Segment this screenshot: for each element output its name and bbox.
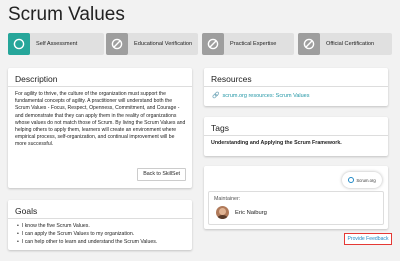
divider — [204, 135, 388, 136]
maintainer-name: Eric Naiburg — [235, 209, 267, 216]
avatar — [216, 206, 229, 219]
scrum-org-logo: Scrum.org — [342, 172, 382, 188]
scrum-org-logo-mark — [348, 177, 355, 183]
badge-practical-expertise[interactable]: Practical Expertise — [202, 33, 294, 55]
resource-link-label: scrum.org resources: Scrum Values — [222, 92, 310, 99]
tags-card: Tags Understanding and Applying the Scru… — [204, 117, 388, 156]
maintainer-box: Maintainer: Eric Naiburg — [208, 191, 384, 225]
tags-heading: Tags — [211, 123, 229, 133]
link-icon: 🔗 — [212, 93, 220, 99]
back-to-skillset-button[interactable]: Back to SkillSet — [137, 168, 186, 181]
badge-label: Educational Verification — [134, 41, 193, 47]
badge-label: Self Assessment — [36, 41, 78, 47]
logo-text: Scrum.org — [356, 177, 376, 183]
badge-self-assessment[interactable]: Self Assessment — [8, 33, 104, 55]
description-heading: Description — [15, 74, 58, 84]
badge-educational-verification[interactable]: Educational Verification — [106, 33, 198, 55]
badge-official-certification[interactable]: Official Certification — [298, 33, 392, 55]
slash-icon — [202, 33, 224, 55]
maintainer-label: Maintainer: — [214, 196, 241, 202]
resources-card: Resources 🔗 scrum.org resources: Scrum V… — [204, 68, 388, 106]
divider — [204, 86, 388, 87]
provide-feedback-button[interactable]: Provide Feedback — [344, 233, 392, 245]
slash-icon — [298, 33, 320, 55]
maintainer-person[interactable]: Eric Naiburg — [216, 206, 267, 219]
divider — [8, 218, 192, 219]
goal-item: I can help other to learn and understand… — [17, 238, 157, 246]
badge-label: Official Certification — [326, 41, 375, 47]
description-text: For agility to thrive, the culture of th… — [15, 91, 186, 148]
divider — [8, 86, 192, 87]
description-card: Description For agility to thrive, the c… — [8, 68, 192, 188]
badge-label: Practical Expertise — [230, 41, 277, 47]
goal-item: I can apply the Scrum Values to my organ… — [17, 230, 157, 238]
skill-badges: Self Assessment Educational Verification… — [8, 33, 392, 55]
maintainer-card: Scrum.org Maintainer: Eric Naiburg — [204, 166, 388, 229]
check-icon — [8, 33, 30, 55]
goals-list: I know the five Scrum Values. I can appl… — [17, 222, 157, 246]
resource-link[interactable]: 🔗 scrum.org resources: Scrum Values — [212, 92, 310, 100]
goal-item: I know the five Scrum Values. — [17, 222, 157, 230]
slash-icon — [106, 33, 128, 55]
goals-heading: Goals — [15, 206, 38, 216]
goals-card: Goals I know the five Scrum Values. I ca… — [8, 200, 192, 250]
page-title: Scrum Values — [8, 4, 125, 25]
tag-item[interactable]: Understanding and Applying the Scrum Fra… — [211, 140, 342, 146]
resources-heading: Resources — [211, 74, 252, 84]
